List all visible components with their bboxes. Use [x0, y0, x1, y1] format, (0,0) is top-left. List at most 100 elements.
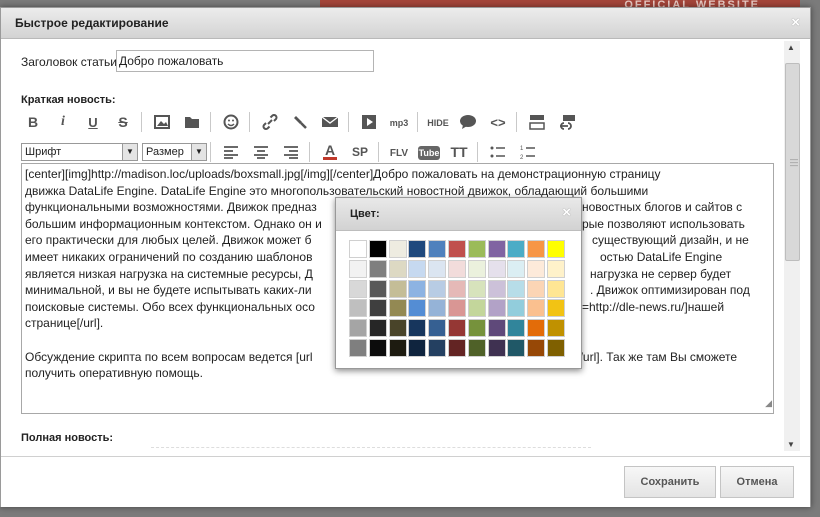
color-swatch[interactable]	[547, 279, 565, 298]
spoiler-button[interactable]: SP	[348, 140, 372, 164]
color-swatch[interactable]	[448, 339, 466, 357]
color-swatch[interactable]	[368, 319, 387, 338]
article-title-input[interactable]: Добро пожаловать	[116, 50, 374, 72]
smiley-button[interactable]	[219, 110, 243, 134]
email-button[interactable]	[318, 110, 342, 134]
color-swatch[interactable]	[408, 240, 427, 258]
color-swatch[interactable]	[388, 319, 407, 338]
color-swatch[interactable]	[467, 339, 486, 357]
color-swatch[interactable]	[487, 339, 506, 357]
bullet-list-button[interactable]	[486, 140, 510, 164]
color-swatch[interactable]	[408, 319, 427, 338]
color-swatch[interactable]	[428, 339, 447, 357]
bold-button[interactable]: B	[21, 110, 45, 134]
color-swatch[interactable]	[487, 259, 506, 278]
color-swatch[interactable]	[467, 259, 486, 278]
close-icon[interactable]: ×	[562, 204, 571, 221]
color-swatch[interactable]	[428, 240, 447, 258]
color-swatch[interactable]	[467, 240, 486, 258]
leech-button[interactable]	[288, 110, 312, 134]
color-swatch[interactable]	[487, 240, 506, 258]
cancel-button[interactable]: Отмена	[720, 466, 794, 498]
color-swatch[interactable]	[527, 299, 546, 318]
color-swatch[interactable]	[428, 299, 447, 318]
color-swatch[interactable]	[527, 339, 546, 357]
scroll-up-icon[interactable]: ▲	[787, 43, 795, 52]
dialog-scrollbar[interactable]: ▲ — — — ▼	[784, 41, 800, 451]
color-swatch[interactable]	[527, 279, 546, 298]
color-swatch[interactable]	[388, 279, 407, 298]
color-swatch[interactable]	[408, 259, 427, 278]
color-swatch[interactable]	[448, 259, 466, 278]
numbered-list-button[interactable]: 12	[516, 140, 540, 164]
color-swatch[interactable]	[527, 319, 546, 338]
pagebreak-button[interactable]	[525, 110, 549, 134]
link-button[interactable]	[258, 110, 282, 134]
color-swatch[interactable]	[428, 319, 447, 338]
upload-button[interactable]	[180, 110, 204, 134]
font-select[interactable]: Шрифт ▼	[21, 143, 138, 161]
color-swatch[interactable]	[368, 259, 387, 278]
color-button[interactable]: A	[318, 140, 342, 164]
color-swatch[interactable]	[408, 299, 427, 318]
typograph-button[interactable]: TT	[447, 140, 471, 164]
color-swatch[interactable]	[547, 299, 565, 318]
color-swatch[interactable]	[547, 240, 565, 258]
color-swatch[interactable]	[547, 319, 565, 338]
color-swatch[interactable]	[507, 299, 526, 318]
color-swatch[interactable]	[349, 319, 367, 338]
color-swatch[interactable]	[388, 339, 407, 357]
color-swatch[interactable]	[349, 299, 367, 318]
size-select[interactable]: Размер ▼	[142, 143, 207, 161]
dialog-titlebar[interactable]: Быстрое редактирование ×	[1, 8, 810, 39]
color-swatch[interactable]	[349, 240, 367, 258]
color-swatch[interactable]	[428, 279, 447, 298]
resize-grip-icon[interactable]: ◢	[765, 395, 772, 412]
color-swatch[interactable]	[368, 240, 387, 258]
color-swatch[interactable]	[487, 319, 506, 338]
color-swatch[interactable]	[487, 299, 506, 318]
color-swatch[interactable]	[467, 319, 486, 338]
color-swatch[interactable]	[467, 299, 486, 318]
quote-button[interactable]	[456, 110, 480, 134]
color-swatch[interactable]	[507, 240, 526, 258]
color-swatch[interactable]	[507, 279, 526, 298]
color-swatch[interactable]	[388, 259, 407, 278]
save-button[interactable]: Сохранить	[624, 466, 716, 498]
color-swatch[interactable]	[368, 339, 387, 357]
color-swatch[interactable]	[408, 339, 427, 357]
color-swatch[interactable]	[448, 279, 466, 298]
flv-button[interactable]: FLV	[387, 140, 411, 164]
color-swatch[interactable]	[428, 259, 447, 278]
color-swatch[interactable]	[547, 339, 565, 357]
color-swatch[interactable]	[349, 279, 367, 298]
color-swatch[interactable]	[507, 339, 526, 357]
color-swatch[interactable]	[448, 319, 466, 338]
italic-button[interactable]: i	[51, 110, 75, 134]
color-swatch[interactable]	[507, 259, 526, 278]
color-swatch[interactable]	[487, 279, 506, 298]
mp3-button[interactable]: mp3	[387, 110, 411, 134]
color-swatch[interactable]	[349, 259, 367, 278]
underline-button[interactable]: U	[81, 110, 105, 134]
color-swatch[interactable]	[368, 279, 387, 298]
scrollbar-thumb[interactable]: — — —	[785, 63, 800, 261]
color-swatch[interactable]	[408, 279, 427, 298]
align-right-button[interactable]	[279, 140, 303, 164]
align-center-button[interactable]	[249, 140, 273, 164]
scroll-down-icon[interactable]: ▼	[787, 440, 795, 449]
color-swatch[interactable]	[448, 299, 466, 318]
youtube-button[interactable]: Tube	[417, 140, 441, 164]
close-icon[interactable]: ×	[791, 14, 800, 31]
strike-button[interactable]: S	[111, 110, 135, 134]
color-swatch[interactable]	[448, 240, 466, 258]
color-swatch[interactable]	[527, 259, 546, 278]
color-swatch[interactable]	[507, 319, 526, 338]
color-swatch[interactable]	[388, 299, 407, 318]
pagelink-button[interactable]	[555, 110, 579, 134]
color-swatch[interactable]	[547, 259, 565, 278]
video-button[interactable]	[357, 110, 381, 134]
color-swatch[interactable]	[467, 279, 486, 298]
code-button[interactable]: <>	[486, 110, 510, 134]
color-picker-titlebar[interactable]: Цвет: ×	[336, 198, 581, 231]
